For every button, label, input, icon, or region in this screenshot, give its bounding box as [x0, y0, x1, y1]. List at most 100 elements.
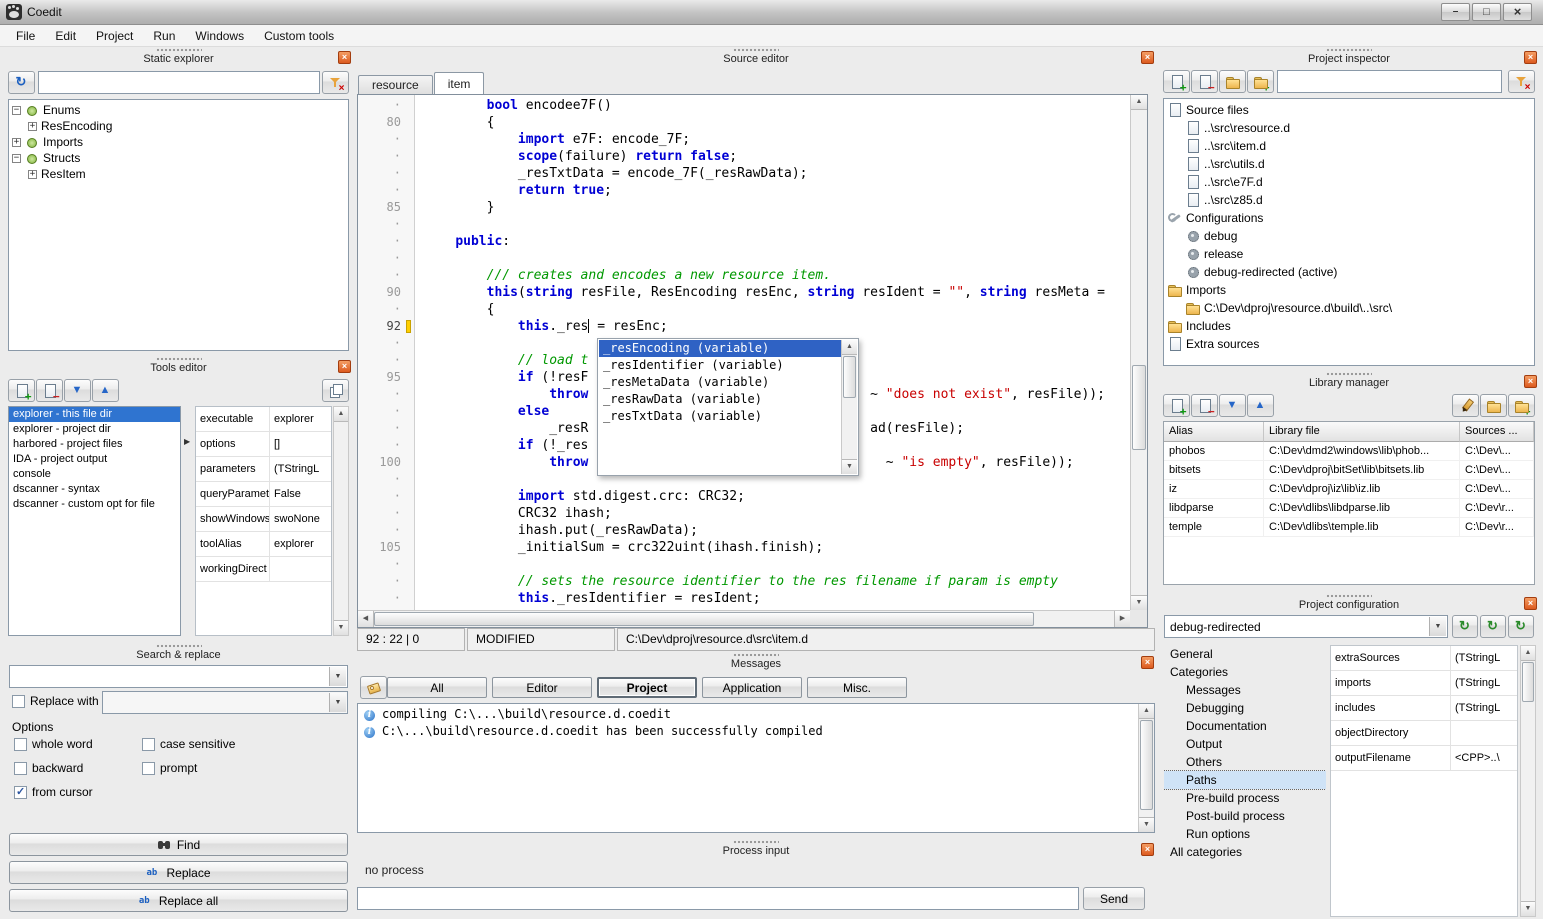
completion-list[interactable]: _resEncoding (variable)_resIdentifier (v…	[599, 340, 841, 474]
code-line[interactable]: {	[424, 114, 1130, 131]
menu-item-custom-tools[interactable]: Custom tools	[254, 26, 344, 46]
tree-item-src-utils-d[interactable]: ..\src\utils.d	[1164, 155, 1534, 173]
apply-configuration-button[interactable]	[1508, 615, 1534, 638]
panel-close-button[interactable]	[338, 51, 351, 64]
panel-close-button[interactable]	[1141, 51, 1154, 64]
code-line[interactable]: {	[424, 301, 1130, 318]
tree-item-includes[interactable]: Includes	[1164, 317, 1534, 335]
add-library-folder-button[interactable]	[1508, 394, 1535, 417]
tree-item-configurations[interactable]: Configurations	[1164, 209, 1534, 227]
tool-list-item-dscanner-custom-opt-for-file[interactable]: dscanner - custom opt for file	[9, 497, 180, 512]
configuration-scrollbar[interactable]	[1520, 645, 1536, 917]
property-value[interactable]: (TStringL	[1451, 696, 1517, 720]
option-checkbox-from-cursor[interactable]: from cursor	[14, 785, 142, 799]
symbol-filter-input[interactable]	[38, 71, 320, 94]
dock-grip[interactable]	[1326, 48, 1372, 52]
expander-icon[interactable]: −	[12, 106, 21, 115]
completion-scrollbar[interactable]	[841, 340, 857, 474]
code-line[interactable]: _initialSum = crc322uint(ihash.finish);	[424, 539, 1130, 556]
configuration-selector[interactable]: debug-redirected	[1164, 615, 1448, 638]
send-button[interactable]: Send	[1083, 887, 1145, 910]
dock-grip[interactable]	[156, 644, 202, 648]
scroll-down-button[interactable]	[1139, 817, 1154, 832]
refresh-button[interactable]	[8, 71, 35, 94]
property-value[interactable]: (TStringL	[1451, 646, 1517, 670]
editor-vertical-scrollbar[interactable]	[1130, 95, 1147, 610]
code-line[interactable]: this._resIdentifier = resIdent;	[424, 590, 1130, 607]
process-input-field[interactable]	[357, 887, 1079, 910]
table-row-temple[interactable]: templeC:\Dev\dlibs\temple.libC:\Dev\r...	[1164, 518, 1534, 537]
category-item-categories[interactable]: Categories	[1164, 663, 1326, 681]
code-line[interactable]: ihash.put(_resRawData);	[424, 522, 1130, 539]
find-button[interactable]: Find	[9, 833, 348, 856]
move-tool-up-button[interactable]	[92, 379, 119, 402]
table-row-bitsets[interactable]: bitsetsC:\Dev\dproj\bitSet\lib\bitsets.l…	[1164, 461, 1534, 480]
table-row-libdparse[interactable]: libdparseC:\Dev\dlibs\libdparse.libC:\De…	[1164, 499, 1534, 518]
menu-item-windows[interactable]: Windows	[185, 26, 254, 46]
property-value[interactable]: (TStringL	[1451, 671, 1517, 695]
property-value[interactable]: <CPP>..\	[1451, 746, 1517, 770]
tree-item-resencoding[interactable]: +ResEncoding	[9, 118, 348, 134]
close-button[interactable]	[1503, 3, 1532, 21]
panel-close-button[interactable]	[1524, 51, 1537, 64]
code-line[interactable]: }	[424, 199, 1130, 216]
tree-item-imports[interactable]: +Imports	[9, 134, 348, 150]
category-item-messages[interactable]: Messages	[1164, 681, 1326, 699]
tree-item-src-resource-d[interactable]: ..\src\resource.d	[1164, 119, 1534, 137]
code-line[interactable]	[424, 556, 1130, 573]
category-item-others[interactable]: Others	[1164, 753, 1326, 771]
messages-scrollbar[interactable]	[1138, 704, 1154, 832]
code-line[interactable]: import e7F: encode_7F;	[424, 131, 1130, 148]
category-item-output[interactable]: Output	[1164, 735, 1326, 753]
scrollbar-thumb[interactable]	[1132, 365, 1146, 450]
search-text-combo[interactable]	[9, 665, 348, 688]
property-row-outputfilename[interactable]: outputFilename<CPP>..\	[1331, 746, 1517, 771]
menu-item-file[interactable]: File	[6, 26, 45, 46]
open-folder-button[interactable]	[1219, 70, 1246, 93]
dropdown-arrow-icon[interactable]	[1429, 617, 1446, 636]
filter-project-button[interactable]: Project	[597, 677, 697, 698]
scroll-up-button[interactable]	[334, 407, 348, 422]
panel-close-button[interactable]	[1141, 843, 1154, 856]
tool-list-item-ida-project-output[interactable]: IDA - project output	[9, 452, 180, 467]
code-line[interactable]: scope(failure) return false;	[424, 148, 1130, 165]
dock-grip[interactable]	[733, 48, 779, 52]
category-item-documentation[interactable]: Documentation	[1164, 717, 1326, 735]
message-item[interactable]: C:\...\build\resource.d.coedit has been …	[359, 723, 1137, 740]
expander-icon[interactable]: +	[12, 138, 21, 147]
replace-with-checkbox[interactable]: Replace with	[12, 694, 99, 708]
tool-property-grid[interactable]: executableexploreroptions[]parameters(TS…	[195, 406, 332, 636]
property-value[interactable]: swoNone	[270, 507, 331, 531]
property-row-executable[interactable]: executableexplorer	[196, 407, 331, 432]
edit-library-button[interactable]	[1452, 394, 1479, 417]
scrollbar-thumb[interactable]	[1522, 662, 1534, 702]
dock-grip[interactable]	[733, 840, 779, 844]
completion-item-restxtdata-variable[interactable]: _resTxtData (variable)	[599, 408, 841, 425]
replace-all-button[interactable]: Replace all	[9, 889, 348, 912]
code-line[interactable]: bool encodee7F()	[424, 97, 1130, 114]
project-tree[interactable]: Source files..\src\resource.d..\src\item…	[1163, 98, 1535, 366]
property-value[interactable]: (TStringL	[270, 457, 331, 481]
filter-editor-button[interactable]: Editor	[492, 677, 592, 698]
property-value[interactable]	[1451, 721, 1517, 745]
grid-expander-icon[interactable]	[184, 437, 190, 446]
expander-icon[interactable]: +	[28, 170, 37, 179]
category-item-run-options[interactable]: Run options	[1164, 825, 1326, 843]
completion-item-resmetadata-variable[interactable]: _resMetaData (variable)	[599, 374, 841, 391]
code-line[interactable]: _resTxtData = encode_7F(_resRawData);	[424, 165, 1130, 182]
property-row-extrasources[interactable]: extraSources(TStringL	[1331, 646, 1517, 671]
expander-icon[interactable]: +	[28, 122, 37, 131]
property-value[interactable]: explorer	[270, 532, 331, 556]
tree-item-structs[interactable]: −Structs	[9, 150, 348, 166]
tree-item-debug-redirected-active[interactable]: debug-redirected (active)	[1164, 263, 1534, 281]
code-line[interactable]: /// creates and encodes a new resource i…	[424, 267, 1130, 284]
inspector-filter-input[interactable]	[1277, 70, 1502, 93]
messages-list[interactable]: compiling C:\...\build\resource.d.coedit…	[357, 703, 1155, 833]
clear-filter-button[interactable]	[322, 71, 349, 94]
table-row-iz[interactable]: izC:\Dev\dproj\iz\lib\iz.libC:\Dev\...	[1164, 480, 1534, 499]
scroll-up-button[interactable]	[1139, 704, 1154, 719]
add-tool-button[interactable]	[8, 379, 35, 402]
tool-list-item-harbored-project-files[interactable]: harbored - project files	[9, 437, 180, 452]
tree-item-c-dev-dproj-resource-d-build-src[interactable]: C:\Dev\dproj\resource.d\build\..\src\	[1164, 299, 1534, 317]
property-row-includes[interactable]: includes(TStringL	[1331, 696, 1517, 721]
